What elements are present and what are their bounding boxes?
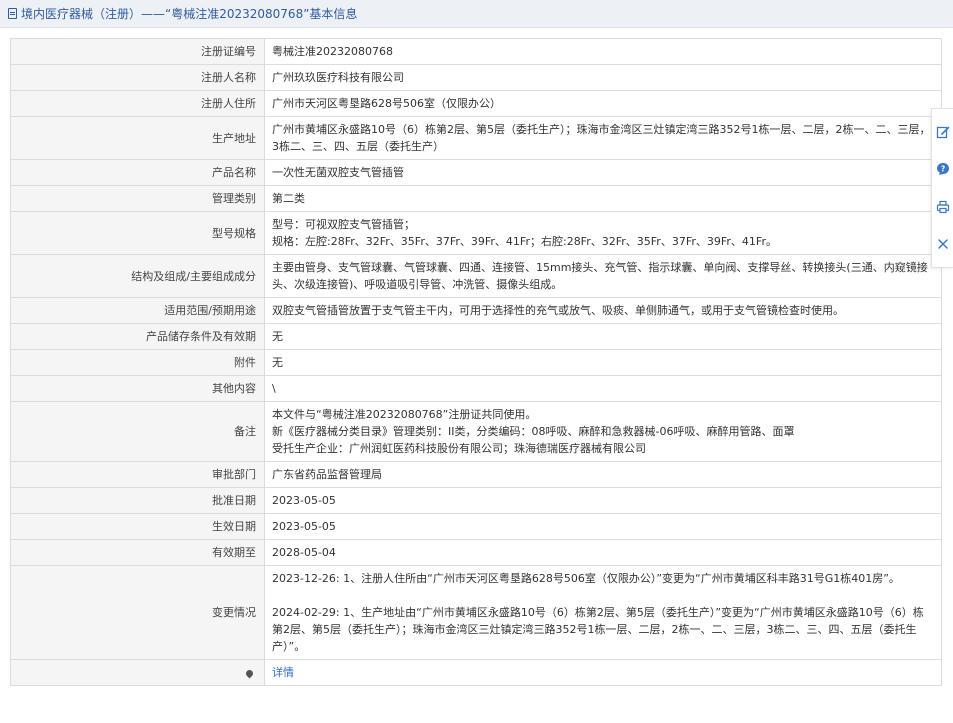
field-value: 2023-05-05 <box>264 487 942 514</box>
side-toolbar: ? <box>931 108 953 268</box>
field-value: 粤械注准20232080768 <box>264 38 942 65</box>
info-row: 注册证编号 粤械注准20232080768 <box>10 38 942 65</box>
field-value: 主要由管身、支气管球囊、气管球囊、四通、连接管、15mm接头、充气管、指示球囊、… <box>264 254 942 298</box>
info-row: 审批部门 广东省药品监督管理局 <box>10 461 942 488</box>
field-value: 型号：可视双腔支气管插管； 规格：左腔:28Fr、32Fr、35Fr、37Fr、3… <box>264 211 942 255</box>
info-row: 注册人名称 广州玖玖医疗科技有限公司 <box>10 64 942 91</box>
field-value: 双腔支气管插管放置于支气管主干内，可用于选择性的充气或放气、吸痰、单侧肺通气，或… <box>264 297 942 324</box>
field-value-line: 2023-05-05 <box>272 520 336 533</box>
field-value: 2028-05-04 <box>264 539 942 566</box>
detail-value: 详情 <box>264 659 942 686</box>
detail-label <box>10 659 265 686</box>
location-pin-icon <box>244 668 255 678</box>
field-value-line: 广州市天河区粤垦路628号506室（仅限办公） <box>272 97 501 110</box>
info-row: 生产地址 广州市黄埔区永盛路10号（6）栋第2层、第5层（委托生产）；珠海市金湾区… <box>10 116 942 160</box>
info-row: 生效日期 2023-05-05 <box>10 513 942 540</box>
field-value-line: 2023-12-26: 1、注册人住所由“广州市天河区粤垦路628号506室（仅… <box>272 572 900 585</box>
field-value: 本文件与“粤械注准20232080768”注册证共同使用。新《医疗器械分类目录》… <box>264 401 942 462</box>
field-value-line: 无 <box>272 356 283 369</box>
info-row: 结构及组成/主要组成成分 主要由管身、支气管球囊、气管球囊、四通、连接管、15mm… <box>10 254 942 298</box>
field-value-line: 一次性无菌双腔支气管插管 <box>272 166 404 179</box>
field-value-line: 型号：可视双腔支气管插管； <box>272 218 415 231</box>
field-label: 结构及组成/主要组成成分 <box>10 254 265 298</box>
info-row: 变更情况 2023-12-26: 1、注册人住所由“广州市天河区粤垦路628号50… <box>10 565 942 660</box>
info-row: 型号规格 型号：可视双腔支气管插管； 规格：左腔:28Fr、32Fr、35Fr、37… <box>10 211 942 255</box>
info-table: 注册证编号 粤械注准20232080768 注册人名称 广州玖玖医疗科技有限公司 注册人… <box>10 38 942 686</box>
detail-row: 详情 <box>10 659 942 686</box>
field-value: \ <box>264 375 942 402</box>
field-label: 变更情况 <box>10 565 265 660</box>
info-row: 附件无 <box>10 349 942 376</box>
field-value: 一次性无菌双腔支气管插管 <box>264 159 942 186</box>
field-value: 广东省药品监督管理局 <box>264 461 942 488</box>
info-row: 批准日期 2023-05-05 <box>10 487 942 514</box>
field-label: 生产地址 <box>10 116 265 160</box>
field-value-line: 无 <box>272 330 283 343</box>
page-title: 境内医疗器械（注册）——“粤械注准20232080768”基本信息 <box>21 7 358 21</box>
field-value-line: 受托生产企业：广州润虹医药科技股份有限公司；珠海德瑞医疗器械有限公司 <box>272 442 646 455</box>
document-icon <box>8 8 17 19</box>
field-label: 其他内容 <box>10 375 265 402</box>
field-value-line: 规格：左腔:28Fr、32Fr、35Fr、37Fr、39Fr、41Fr；右腔:2… <box>272 235 777 248</box>
line-spacer <box>272 587 934 604</box>
field-value-line: 新《医疗器械分类目录》管理类别：II类，分类编码：08呼吸、麻醉和急救器械-06… <box>272 425 795 438</box>
info-row: 管理类别 第二类 <box>10 185 942 212</box>
field-value: 2023-05-05 <box>264 513 942 540</box>
info-row: 适用范围/预期用途 双腔支气管插管放置于支气管主干内，可用于选择性的充气或放气、吸… <box>10 297 942 324</box>
field-value-line: 2024-02-29: 1、生产地址由“广州市黄埔区永盛路10号（6）栋第2层、… <box>272 606 924 653</box>
close-icon[interactable] <box>934 235 952 253</box>
svg-text:?: ? <box>940 165 944 174</box>
info-table-body: 注册证编号 粤械注准20232080768 注册人名称 广州玖玖医疗科技有限公司 注册人… <box>10 38 942 686</box>
field-label: 管理类别 <box>10 185 265 212</box>
field-label: 有效期至 <box>10 539 265 566</box>
info-row: 有效期至 2028-05-04 <box>10 539 942 566</box>
field-label: 注册人名称 <box>10 64 265 91</box>
field-value-line: 广州市黄埔区永盛路10号（6）栋第2层、第5层（委托生产）；珠海市金湾区三灶镇定… <box>272 123 931 153</box>
field-value-line: 第二类 <box>272 192 305 205</box>
field-value: 2023-12-26: 1、注册人住所由“广州市天河区粤垦路628号506室（仅… <box>264 565 942 660</box>
info-row: 产品储存条件及有效期无 <box>10 323 942 350</box>
field-label: 生效日期 <box>10 513 265 540</box>
field-value-line: 广东省药品监督管理局 <box>272 468 382 481</box>
field-label: 批准日期 <box>10 487 265 514</box>
field-label: 审批部门 <box>10 461 265 488</box>
info-row: 注册人住所 广州市天河区粤垦路628号506室（仅限办公） <box>10 90 942 117</box>
field-value-line: 本文件与“粤械注准20232080768”注册证共同使用。 <box>272 408 537 421</box>
field-value-line: 主要由管身、支气管球囊、气管球囊、四通、连接管、15mm接头、充气管、指示球囊、… <box>272 261 928 291</box>
field-label: 型号规格 <box>10 211 265 255</box>
field-label: 产品名称 <box>10 159 265 186</box>
field-value-line: 2028-05-04 <box>272 546 336 559</box>
edit-icon[interactable] <box>934 123 952 141</box>
field-label: 附件 <box>10 349 265 376</box>
field-value-line: 2023-05-05 <box>272 494 336 507</box>
field-label: 注册证编号 <box>10 38 265 65</box>
field-label: 适用范围/预期用途 <box>10 297 265 324</box>
field-value: 无 <box>264 323 942 350</box>
help-icon[interactable]: ? <box>934 160 952 178</box>
print-icon[interactable] <box>934 198 952 216</box>
info-row: 备注 本文件与“粤械注准20232080768”注册证共同使用。新《医疗器械分类目… <box>10 401 942 462</box>
field-value: 广州市黄埔区永盛路10号（6）栋第2层、第5层（委托生产）；珠海市金湾区三灶镇定… <box>264 116 942 160</box>
field-value: 无 <box>264 349 942 376</box>
page-header: 境内医疗器械（注册）——“粤械注准20232080768”基本信息 <box>0 0 953 28</box>
field-value: 广州玖玖医疗科技有限公司 <box>264 64 942 91</box>
field-value-line: 双腔支气管插管放置于支气管主干内，可用于选择性的充气或放气、吸痰、单侧肺通气，或… <box>272 304 844 317</box>
field-label: 备注 <box>10 401 265 462</box>
info-row: 产品名称 一次性无菌双腔支气管插管 <box>10 159 942 186</box>
field-value: 第二类 <box>264 185 942 212</box>
field-value-line: 粤械注准20232080768 <box>272 45 393 58</box>
info-row: 其他内容 \ <box>10 375 942 402</box>
field-label: 产品储存条件及有效期 <box>10 323 265 350</box>
field-value-line: \ <box>272 382 276 395</box>
detail-link[interactable]: 详情 <box>272 666 294 679</box>
field-label: 注册人住所 <box>10 90 265 117</box>
field-value-line: 广州玖玖医疗科技有限公司 <box>272 71 404 84</box>
field-value: 广州市天河区粤垦路628号506室（仅限办公） <box>264 90 942 117</box>
